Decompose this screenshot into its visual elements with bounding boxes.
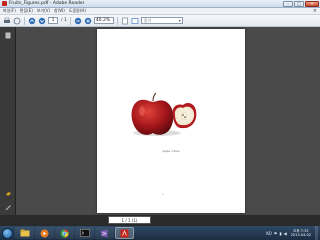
signatures-button[interactable] <box>4 203 12 211</box>
share-button[interactable] <box>13 17 21 25</box>
previous-page-button[interactable] <box>28 17 36 25</box>
maximize-button[interactable]: □ <box>294 1 304 7</box>
printer-icon <box>4 17 10 23</box>
taskbar-media-player[interactable] <box>35 227 54 239</box>
system-tray: KO ⚑ ▮ ◀ 오후 7:33 2013-04-02 <box>266 226 318 240</box>
arrow-up-icon <box>28 17 36 24</box>
menu-view[interactable]: 보기(V) <box>37 8 50 14</box>
zoom-in-button[interactable] <box>84 17 92 25</box>
minimize-button[interactable]: – <box>283 1 293 7</box>
find-placeholder: 찾기 <box>143 17 152 23</box>
share-icon <box>13 17 21 24</box>
taskbar-explorer[interactable] <box>15 227 34 239</box>
volume-icon[interactable]: ◀ <box>284 231 287 236</box>
clock-date: 2013-04-02 <box>290 233 311 237</box>
print-button[interactable] <box>3 17 11 25</box>
taskbar: KO ⚑ ▮ ◀ 오후 7:33 2013-04-02 <box>0 226 320 240</box>
page-number-input[interactable]: 1 <box>48 17 58 24</box>
toolbar-separator <box>24 16 25 25</box>
close-button[interactable]: ✕ <box>305 1 319 7</box>
fit-width-icon <box>131 17 139 24</box>
attachments-button[interactable] <box>4 190 12 198</box>
page-thumbnail-icon <box>5 32 11 38</box>
visual-studio-icon <box>101 229 108 237</box>
page-total: / 1 <box>61 18 67 23</box>
page-indicator-tooltip: 1 / 1 (1) <box>108 216 151 224</box>
start-button[interactable] <box>0 226 14 240</box>
input-language-indicator[interactable]: KO <box>266 231 272 236</box>
apple-image <box>131 92 197 136</box>
fit-width-button[interactable] <box>131 17 139 25</box>
window-controls: – □ ✕ <box>283 1 319 7</box>
menu-help[interactable]: 도움말(H) <box>69 8 86 14</box>
window-title: Fruits_Figures.pdf - Adobe Reader <box>9 1 85 6</box>
zoom-level-select[interactable]: 40.2% <box>93 17 114 24</box>
flag-icon[interactable]: ⚑ <box>274 231 278 236</box>
network-icon[interactable]: ▮ <box>279 231 281 236</box>
title-bar: Fruits_Figures.pdf - Adobe Reader – □ ✕ <box>0 0 320 8</box>
page-thumbnails-button[interactable] <box>4 31 12 39</box>
taskbar-chrome[interactable] <box>55 227 74 239</box>
pdf-page: Apple, 1 Slice 1 <box>97 29 245 213</box>
pen-icon <box>5 204 11 210</box>
toolbar-separator <box>116 16 118 25</box>
next-page-button[interactable] <box>38 17 46 25</box>
find-input[interactable]: 찾기 ▾ <box>140 17 183 24</box>
chrome-icon <box>60 229 69 237</box>
taskbar-visual-studio[interactable] <box>95 227 114 239</box>
toolbar: 1 / 1 40.2% 찾기 ▾ <box>0 15 320 27</box>
media-player-icon <box>40 229 49 237</box>
menu-edit[interactable]: 편집(E) <box>20 8 33 14</box>
adobe-reader-icon <box>120 229 129 237</box>
zoom-out-button[interactable] <box>74 17 82 25</box>
paperclip-icon <box>5 192 11 196</box>
navigation-pane <box>0 27 16 215</box>
document-viewer[interactable]: Apple, 1 Slice 1 <box>16 27 320 215</box>
menu-file[interactable]: 파일(F) <box>3 8 16 14</box>
fit-page-button[interactable] <box>121 17 129 25</box>
fit-page-icon <box>122 17 128 24</box>
folder-icon <box>20 229 29 237</box>
taskbar-terminal[interactable] <box>75 227 94 239</box>
windows-logo-icon <box>1 227 13 239</box>
page-number-mark: 1 <box>162 192 164 196</box>
menu-window[interactable]: 창(W) <box>54 8 65 14</box>
clock[interactable]: 오후 7:33 2013-04-02 <box>291 229 311 237</box>
document-close-icon[interactable]: × <box>313 8 317 14</box>
terminal-icon <box>79 229 90 237</box>
adobe-reader-icon <box>2 1 7 6</box>
figure-caption: Apple, 1 Slice <box>162 150 180 153</box>
toolbar-separator <box>69 16 71 25</box>
minus-icon <box>74 17 82 24</box>
chevron-down-icon[interactable]: ▾ <box>179 18 181 23</box>
plus-icon <box>84 17 92 24</box>
show-desktop-button[interactable] <box>315 226 318 240</box>
menu-bar: 파일(F) 편집(E) 보기(V) 창(W) 도움말(H) × <box>0 8 320 15</box>
arrow-down-icon <box>38 17 46 24</box>
taskbar-adobe-reader[interactable] <box>115 227 134 239</box>
